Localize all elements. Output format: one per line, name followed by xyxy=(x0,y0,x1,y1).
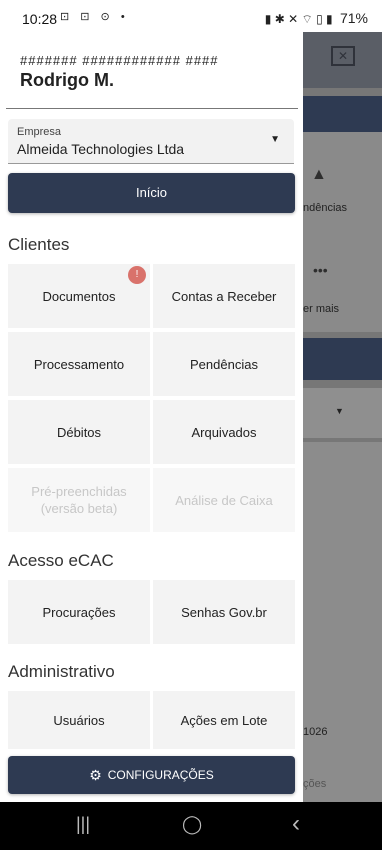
tile-arquivados-label: Arquivados xyxy=(191,424,257,440)
section-clientes: Clientes xyxy=(8,235,70,254)
settings-button[interactable]: ⚙ CONFIGURAÇÕES xyxy=(8,756,295,794)
recents-icon[interactable]: ||| xyxy=(76,814,90,835)
tile-analise-caixa-label: Análise de Caixa xyxy=(175,492,273,508)
background-list: 1026 ções xyxy=(303,442,382,802)
chevron-down-icon: ▼ xyxy=(335,406,344,416)
back-icon[interactable]: ‹ xyxy=(292,810,300,838)
background-pendencias-label: ndências xyxy=(303,202,348,214)
divider xyxy=(6,108,298,109)
tile-pre-preenchidas: Pré-preenchidas (versão beta) xyxy=(8,468,150,532)
tile-pre-preenchidas-sublabel: (versão beta) xyxy=(40,501,118,516)
tile-procuracoes-label: Procurações xyxy=(42,604,116,620)
tile-pendencias-label: Pendências xyxy=(190,356,258,372)
caret-down-icon: ▼ xyxy=(270,134,280,145)
system-status-icons: ▮ ✱ ✕ ⌔ ▯ ▮ xyxy=(264,12,333,26)
masked-document-id: ####### ############ #### xyxy=(20,53,219,68)
tile-debitos-label: Débitos xyxy=(56,424,102,440)
section-ecac: Acesso eCAC xyxy=(8,551,114,570)
background-ver-mais-label: er mais xyxy=(303,303,340,315)
notification-icons: ⊡ ⊡ ⊙ • xyxy=(60,11,129,23)
background-number: 1026 xyxy=(303,726,328,738)
tile-arquivados[interactable]: Arquivados xyxy=(153,400,295,464)
user-name: Rodrigo M. xyxy=(20,70,114,90)
tile-senhas-govbr[interactable]: Senhas Gov.br xyxy=(153,580,295,644)
navigation-drawer: ####### ############ #### Rodrigo M. Emp… xyxy=(0,32,303,802)
tile-senhas-govbr-label: Senhas Gov.br xyxy=(181,604,267,620)
tile-analise-caixa: Análise de Caixa xyxy=(153,468,295,532)
home-button[interactable]: Início xyxy=(8,173,295,213)
tile-pendencias[interactable]: Pendências xyxy=(153,332,295,396)
tile-documentos-label: Documentos xyxy=(42,288,116,304)
tile-contas-receber-label: Contas a Receber xyxy=(171,288,277,304)
system-icons: ▮ ✱ ✕ ⌔ ▯ ▮ 71% xyxy=(265,10,368,27)
home-icon[interactable]: ◯ xyxy=(182,814,202,835)
company-select[interactable]: Empresa Almeida Technologies Ltda ▼ xyxy=(8,119,294,164)
tile-usuarios-label: Usuários xyxy=(53,712,105,728)
tile-processamento-label: Processamento xyxy=(33,356,125,372)
system-nav-bar: ||| ◯ ‹ xyxy=(0,802,382,850)
close-icon[interactable]: ✕ xyxy=(331,46,355,66)
tile-contas-receber[interactable]: Contas a Receber xyxy=(153,264,295,328)
settings-button-label: CONFIGURAÇÕES xyxy=(107,768,214,782)
tile-debitos[interactable]: Débitos xyxy=(8,400,150,464)
tile-processamento[interactable]: Processamento xyxy=(8,332,150,396)
tile-acoes-lote[interactable]: Ações em Lote xyxy=(153,691,295,749)
battery-percentage: 71% xyxy=(339,10,368,26)
background-header: ✕ xyxy=(303,32,382,88)
section-administrativo: Administrativo xyxy=(8,662,115,681)
tile-acoes-lote-label: Ações em Lote xyxy=(180,712,268,728)
background-bar xyxy=(303,96,382,132)
background-card: ▲ ndências ••• er mais xyxy=(303,132,382,332)
more-icon: ••• xyxy=(313,262,328,278)
tile-procuracoes[interactable]: Procurações xyxy=(8,580,150,644)
background-select: ▼ xyxy=(303,388,382,438)
gear-icon: ⚙ xyxy=(89,767,102,783)
warning-icon: ▲ xyxy=(311,166,327,183)
alert-badge-icon: ! xyxy=(128,266,146,284)
company-select-value: Almeida Technologies Ltda xyxy=(17,141,185,157)
status-time: 10:28 xyxy=(22,11,58,27)
tile-usuarios[interactable]: Usuários xyxy=(8,691,150,749)
tile-pre-preenchidas-label: Pré-preenchidas xyxy=(31,484,127,499)
status-bar: 10:28 ⊡ ⊡ ⊙ • ▮ ✱ ✕ ⌔ ▯ ▮ 71% xyxy=(0,0,382,32)
company-select-label: Empresa xyxy=(17,126,62,138)
background-bottom-text: ções xyxy=(303,778,327,790)
background-bar-2 xyxy=(303,338,382,380)
